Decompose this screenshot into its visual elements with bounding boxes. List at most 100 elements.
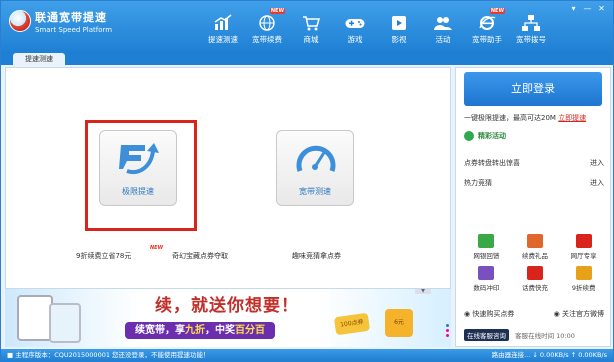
weibo-link[interactable]: ◉ 关注官方微博 <box>554 309 604 319</box>
speed-promo: 一键极限提速，最高可达20M 立即提速 <box>464 113 586 123</box>
speed-arrow-icon <box>119 143 159 174</box>
collapse-banner-icon[interactable]: ▼ <box>415 289 431 294</box>
grid-label: 网厅专享 <box>570 252 597 260</box>
gift-icon <box>526 234 543 248</box>
grid-item-bank[interactable]: 网银回馈 <box>462 234 511 260</box>
banner-pager[interactable] <box>446 324 449 337</box>
ie-icon <box>477 14 497 32</box>
tab-bar: 提速测速 <box>1 53 613 65</box>
enter-link[interactable]: 进入 <box>590 158 604 168</box>
grid-item-photo[interactable]: 数码冲印 <box>462 266 511 292</box>
network-icon <box>521 14 541 32</box>
side-panel: 立即登录 一键极限提速，最高可达20M 立即提速 精彩活动 点券转盘转出惊喜 进… <box>455 67 611 347</box>
nav-game[interactable]: 游戏 <box>333 12 377 48</box>
close-icon[interactable]: ✕ <box>596 4 607 14</box>
speed-test-label: 宽带测速 <box>299 187 331 196</box>
promo-renew-link[interactable]: 9折续费立省78元 <box>76 251 131 261</box>
pager-dot[interactable] <box>446 329 449 332</box>
window-controls: ▾ — ✕ <box>568 4 607 14</box>
app-window: 联通宽带提速 Smart Speed Platform 提速测速 NEW 宽带续… <box>0 0 614 362</box>
status-bar: ■ 主程序版本：CQU2015000001 您还没登录，不能使用提速功能！ 路由… <box>1 349 613 361</box>
minimize-icon[interactable]: — <box>582 4 593 14</box>
nav-label: 提速测速 <box>208 35 238 44</box>
grid-label: 话费快充 <box>521 284 548 292</box>
main-nav: 提速测速 NEW 宽带续费 商城 游戏 影视 活动 NEW 宽带助手 宽带拨号 <box>201 8 553 48</box>
speedometer-icon <box>296 145 336 172</box>
section-title: 精彩活动 <box>478 132 506 140</box>
activity-item[interactable]: 热力竞猜 进入 <box>464 178 604 188</box>
grid-label: 续费礼品 <box>521 252 548 260</box>
new-badge: NEW <box>150 245 164 251</box>
pager-dot[interactable] <box>446 324 449 327</box>
service-hours: 客服在线时间 10:00 <box>515 332 575 340</box>
brand-subtitle: Smart Speed Platform <box>35 26 113 34</box>
nav-label: 商城 <box>303 35 319 44</box>
tab-speed-test[interactable]: 提速测速 <box>13 53 65 65</box>
quick-buy-link[interactable]: ◉ 快速购买点券 <box>464 309 514 319</box>
phone-icon <box>526 266 543 280</box>
nav-film[interactable]: 影视 <box>377 12 421 48</box>
activity-label: 点券转盘转出惊喜 <box>464 159 520 167</box>
speed-chart-icon <box>213 14 233 32</box>
promo-banner[interactable]: ▼ 续，就送你想要！ 续宽带，享九折，中奖百分百 100点券 6元 <box>5 289 451 347</box>
nav-label: 活动 <box>435 35 451 44</box>
gamepad-icon <box>345 14 365 32</box>
nav-label: 影视 <box>391 35 407 44</box>
pager-dot[interactable] <box>446 334 449 337</box>
service-grid: 网银回馈 续费礼品 网厅专享 数码冲印 话费快充 9折续费 <box>462 234 608 292</box>
coupon-badge: 100点券 <box>333 312 371 336</box>
status-message: ■ 主程序版本：CQU2015000001 您还没登录，不能使用提速功能！ <box>7 351 210 359</box>
nav-label: 宽带续费 <box>252 35 282 44</box>
grid-label: 数码冲印 <box>473 284 500 292</box>
grid-label: 9折续费 <box>571 284 596 292</box>
grid-item-hall[interactable]: 网厅专享 <box>559 234 608 260</box>
grid-item-gift[interactable]: 续费礼品 <box>511 234 560 260</box>
unicom-logo-icon <box>9 10 31 32</box>
strip-highlight: 九折 <box>185 325 205 336</box>
nav-label: 游戏 <box>347 35 363 44</box>
main-panel: 极限提速 宽带测速 9折续费立省78元 NEW 奇幻宝藏点券夺取 趣味竞猜拿点券 <box>5 67 451 289</box>
section-header: 精彩活动 <box>464 131 506 141</box>
enter-link[interactable]: 进入 <box>590 178 604 188</box>
brand-name: 联通宽带提速 <box>35 11 107 24</box>
nav-activity[interactable]: 活动 <box>421 12 465 48</box>
service-row: 在线客服咨询 客服在线时间 10:00 <box>464 329 610 341</box>
photo-icon <box>478 266 495 280</box>
banner-strip: 续宽带，享九折，中奖百分百 <box>125 322 275 339</box>
nav-dial[interactable]: 宽带拨号 <box>509 12 553 48</box>
discount-icon <box>575 266 592 280</box>
gift-badge: 6元 <box>385 309 413 337</box>
grid-item-discount[interactable]: 9折续费 <box>559 266 608 292</box>
activity-icon <box>464 131 474 141</box>
activity-item[interactable]: 点券转盘转出惊喜 进入 <box>464 158 604 168</box>
unicom-icon <box>575 234 592 248</box>
banner-slogan: 续，就送你想要！ <box>155 296 299 316</box>
globe-icon <box>257 14 277 32</box>
promo-treasure-link[interactable]: 奇幻宝藏点券夺取 <box>172 251 228 261</box>
speed-test-button[interactable]: 宽带测速 <box>276 130 354 206</box>
menu-dropdown-icon[interactable]: ▾ <box>568 4 579 14</box>
online-service-button[interactable]: 在线客服咨询 <box>464 329 509 341</box>
speed-now-link[interactable]: 立即提速 <box>558 114 586 122</box>
speed-text: 一键极限提速，最高可达20M <box>464 114 556 122</box>
tablet-image <box>17 295 53 341</box>
strip-prefix: 续宽带，享 <box>135 325 185 336</box>
people-icon <box>433 14 453 32</box>
mail-icon <box>478 234 495 248</box>
promo-guess-link[interactable]: 趣味竞猜拿点券 <box>292 251 341 261</box>
cart-icon <box>301 14 321 32</box>
brand: 联通宽带提速 Smart Speed Platform <box>35 9 112 34</box>
nav-assistant[interactable]: NEW 宽带助手 <box>465 8 509 48</box>
grid-item-recharge[interactable]: 话费快充 <box>511 266 560 292</box>
nav-label: 宽带拨号 <box>516 35 546 44</box>
film-icon <box>389 14 409 32</box>
login-button[interactable]: 立即登录 <box>464 72 602 106</box>
title-bar: 联通宽带提速 Smart Speed Platform 提速测速 NEW 宽带续… <box>1 1 613 53</box>
network-speed: 路由器连接... ↓ 0.00KB/s ↑ 0.00KB/s <box>491 351 607 359</box>
strip-highlight: 百分百 <box>235 325 265 336</box>
limit-speed-button[interactable]: 极限提速 <box>99 130 177 206</box>
nav-mall[interactable]: 商城 <box>289 12 333 48</box>
nav-speed-test[interactable]: 提速测速 <box>201 12 245 48</box>
nav-renew[interactable]: NEW 宽带续费 <box>245 8 289 48</box>
activity-label: 热力竞猜 <box>464 179 492 187</box>
